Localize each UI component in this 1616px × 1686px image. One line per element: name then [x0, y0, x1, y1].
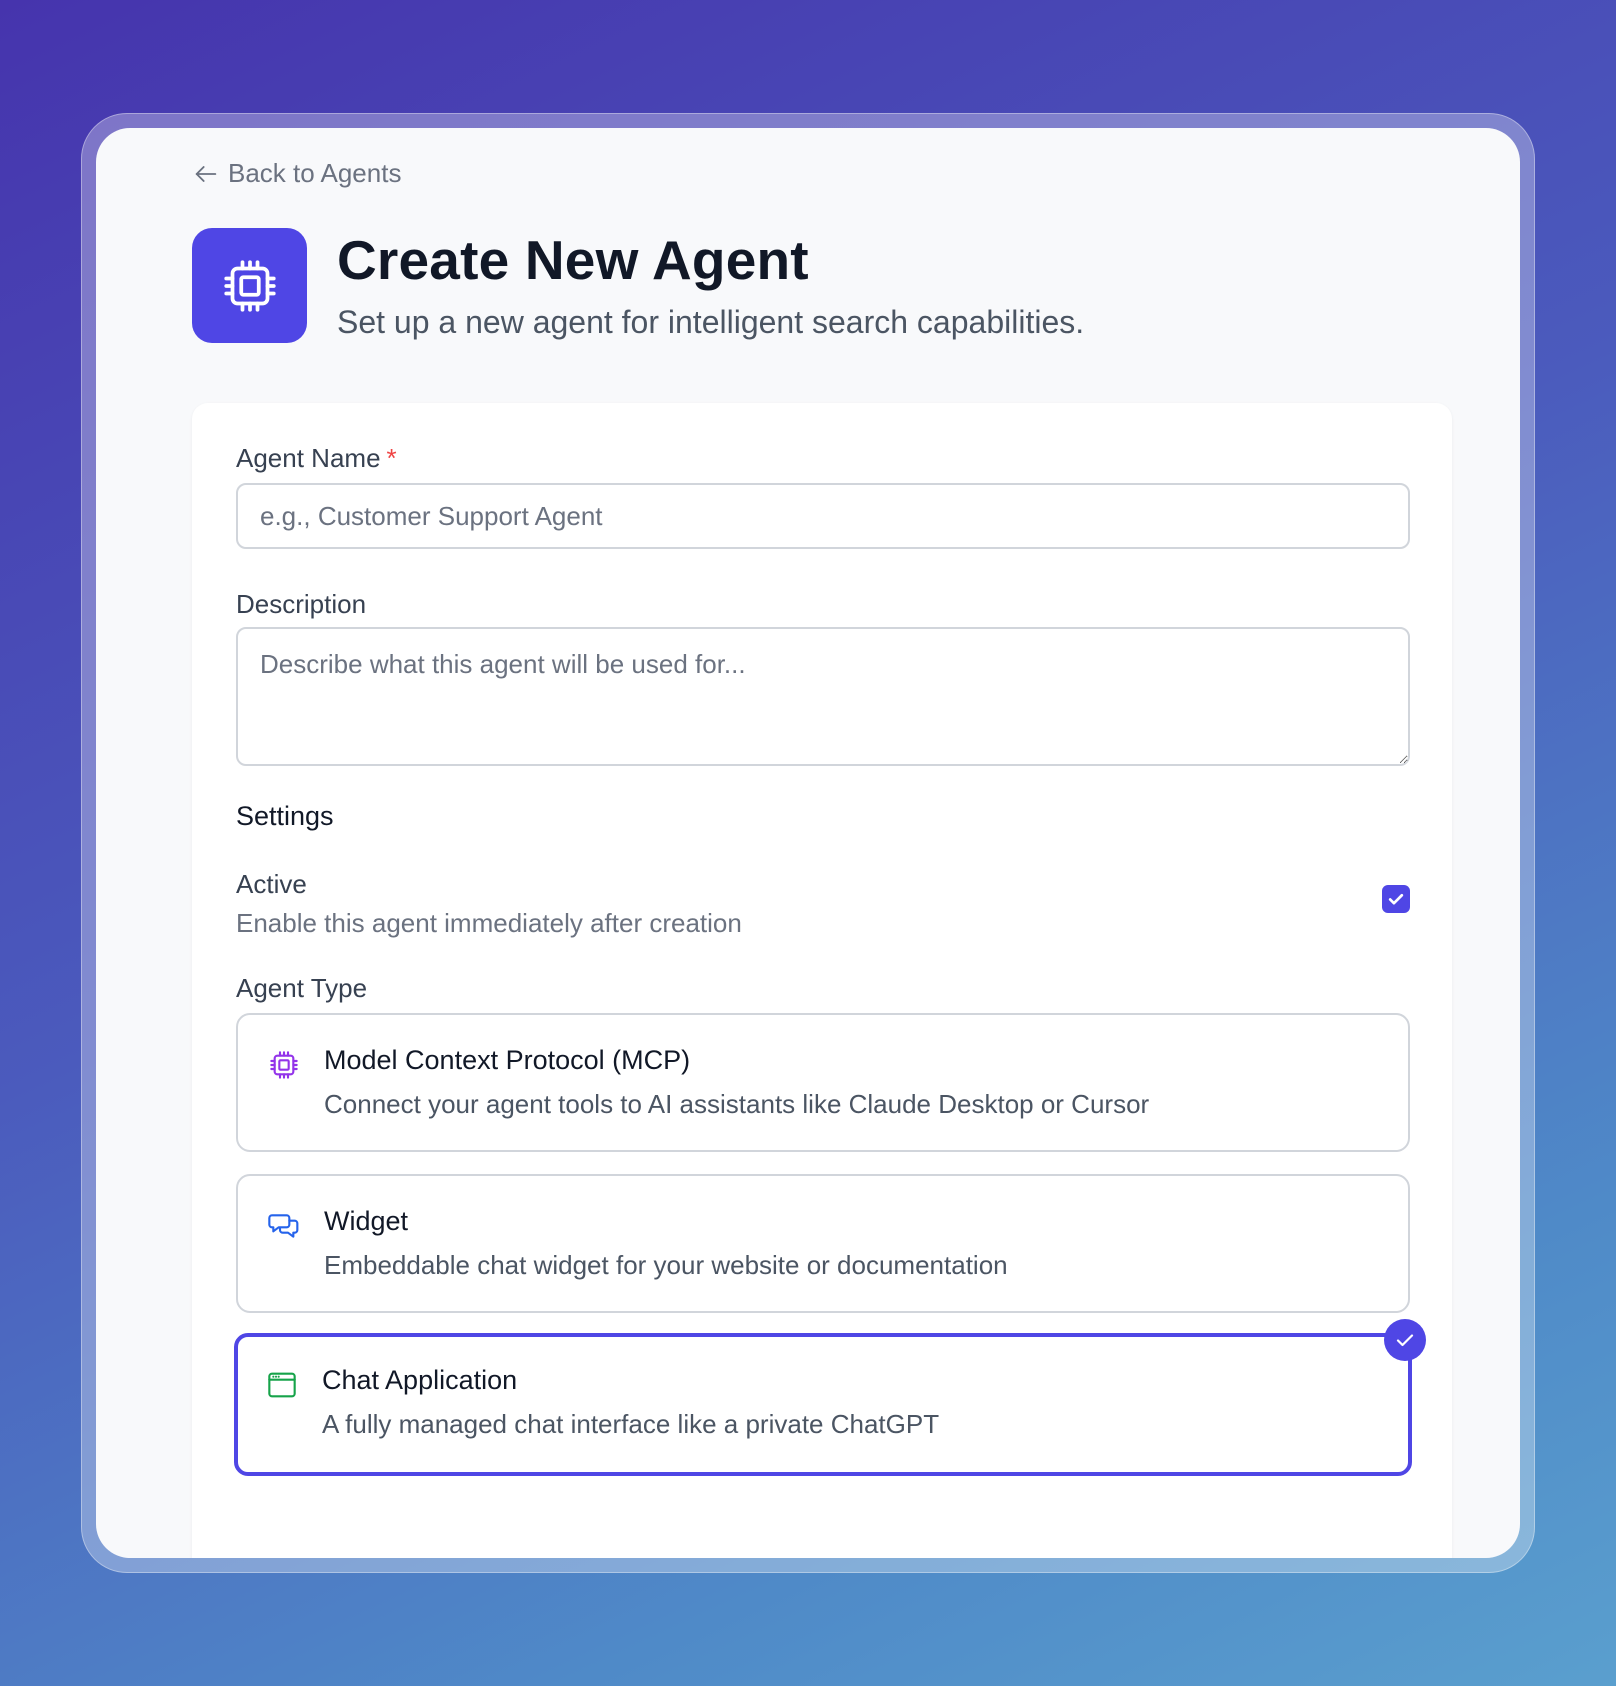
- option-title: Model Context Protocol (MCP): [324, 1045, 691, 1075]
- agent-type-option-mcp[interactable]: Model Context Protocol (MCP) Connect you…: [236, 1013, 1410, 1152]
- active-setting-description: Enable this agent immediately after crea…: [236, 908, 742, 938]
- checkmark-icon: [1388, 893, 1404, 905]
- chat-bubbles-icon: [268, 1214, 299, 1238]
- description-label: Description: [236, 589, 367, 619]
- settings-heading: Settings: [236, 801, 334, 831]
- checkmark-icon: [1396, 1334, 1414, 1347]
- page-title: Create New Agent: [337, 229, 809, 291]
- back-link-label: Back to Agents: [228, 158, 402, 188]
- selected-check-badge: [1384, 1319, 1426, 1361]
- create-agent-window: Back to Agents Create New Agent Set up a…: [96, 128, 1520, 1558]
- active-setting-title: Active: [236, 869, 307, 899]
- agent-logo: [192, 228, 307, 343]
- description-textarea[interactable]: [236, 627, 1410, 766]
- option-description: Connect your agent tools to AI assistant…: [324, 1089, 1150, 1119]
- cpu-chip-icon: [223, 259, 276, 312]
- page-header: Create New Agent Set up a new agent for …: [192, 228, 1084, 344]
- agent-name-label: Agent Name *: [236, 443, 397, 474]
- agent-type-option-chat-application[interactable]: Chat Application A fully managed chat in…: [234, 1319, 1426, 1476]
- browser-window-icon: [268, 1372, 296, 1398]
- option-description: A fully managed chat interface like a pr…: [322, 1409, 940, 1439]
- required-indicator: *: [386, 443, 397, 473]
- cpu-chip-icon: [270, 1051, 298, 1079]
- agent-form-card: Agent Name* Description Settings Active …: [192, 403, 1452, 1558]
- agent-name-label-text: Agent Name: [236, 443, 381, 473]
- active-checkbox[interactable]: [1382, 885, 1410, 913]
- agent-type-option-widget[interactable]: Widget Embeddable chat widget for your w…: [236, 1174, 1410, 1313]
- arrow-left-icon: [195, 165, 217, 182]
- option-title: Widget: [324, 1206, 409, 1236]
- agent-type-label: Agent Type: [236, 973, 368, 1003]
- option-description: Embeddable chat widget for your website …: [324, 1250, 1008, 1280]
- agent-name-input[interactable]: [236, 483, 1410, 549]
- page-subtitle: Set up a new agent for intelligent searc…: [337, 304, 1085, 340]
- option-title: Chat Application: [322, 1365, 518, 1395]
- back-to-agents-link[interactable]: Back to Agents: [192, 158, 401, 189]
